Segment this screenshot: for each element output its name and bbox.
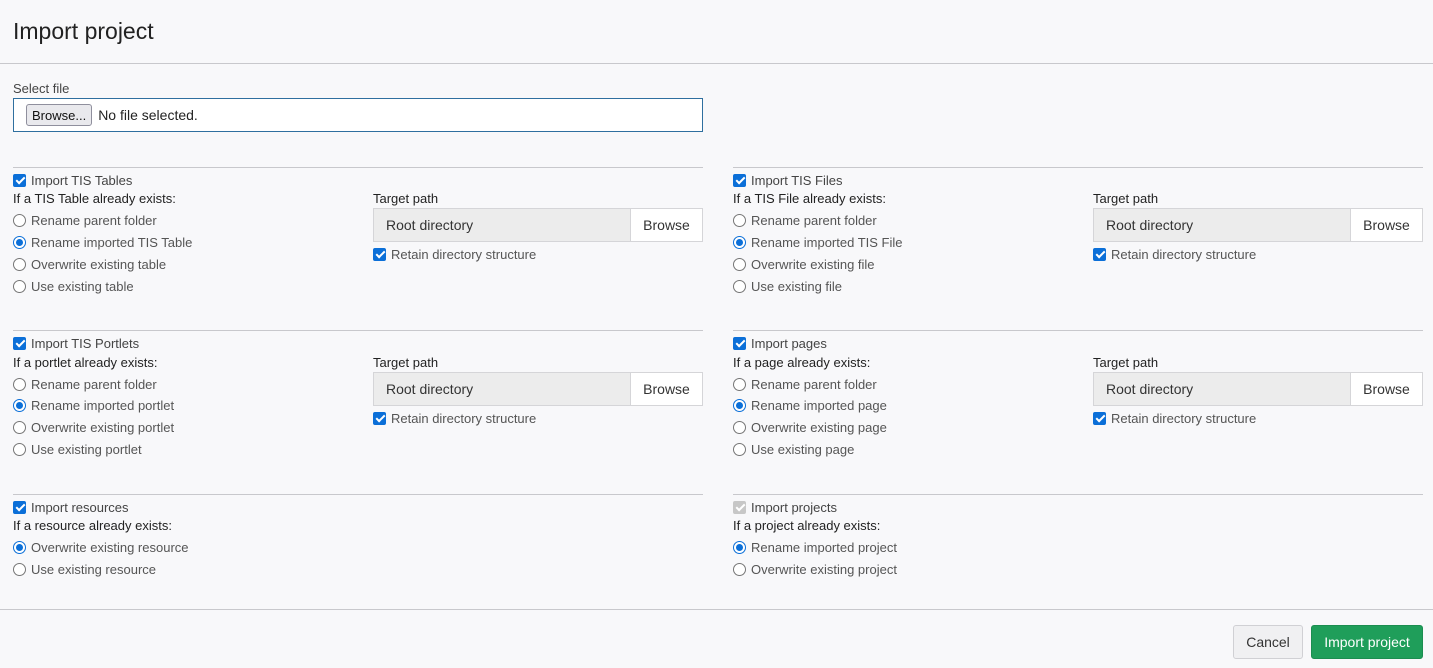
import-tables-toggle[interactable]: Import TIS Tables: [13, 171, 132, 189]
tables-retain-structure[interactable]: Retain directory structure: [373, 245, 536, 263]
import-pages-checkbox[interactable]: [733, 336, 746, 350]
radio[interactable]: [733, 442, 746, 456]
portlets-retain-structure[interactable]: Retain directory structure: [373, 409, 536, 427]
radio[interactable]: [733, 377, 746, 391]
radio[interactable]: [13, 213, 26, 227]
section-divider-tables: [13, 167, 703, 168]
import-resources-toggle[interactable]: Import resources: [13, 498, 129, 516]
pages-retain-structure[interactable]: Retain directory structure: [1093, 409, 1256, 427]
radio[interactable]: [733, 279, 746, 293]
files-option-overwrite[interactable]: Overwrite existing file: [733, 255, 875, 273]
portlets-option-rename-parent[interactable]: Rename parent folder: [13, 375, 157, 393]
pages-option-rename-parent[interactable]: Rename parent folder: [733, 375, 877, 393]
section-divider-resources: [13, 494, 703, 495]
footer-divider: [0, 609, 1433, 610]
tables-target-browse-button[interactable]: Browse: [630, 209, 702, 241]
files-option-rename-imported[interactable]: Rename imported TIS File: [733, 233, 903, 251]
tables-option-rename-parent[interactable]: Rename parent folder: [13, 211, 157, 229]
tables-option-rename-imported[interactable]: Rename imported TIS Table: [13, 233, 192, 251]
portlets-target-path: Root directory Browse: [373, 372, 703, 406]
pages-option-rename-imported[interactable]: Rename imported page: [733, 396, 887, 414]
files-target-browse-button[interactable]: Browse: [1350, 209, 1422, 241]
files-target-path: Root directory Browse: [1093, 208, 1423, 242]
resources-conflict-prompt: If a resource already exists:: [13, 518, 172, 533]
portlets-conflict-prompt: If a portlet already exists:: [13, 355, 158, 370]
pages-target-value: Root directory: [1106, 381, 1194, 397]
radio[interactable]: [733, 540, 746, 554]
files-retain-structure[interactable]: Retain directory structure: [1093, 245, 1256, 263]
import-projects-toggle: Import projects: [733, 498, 837, 516]
pages-retain-checkbox[interactable]: [1093, 411, 1106, 425]
section-divider-files: [733, 167, 1423, 168]
radio[interactable]: [733, 213, 746, 227]
resources-option-use-existing[interactable]: Use existing resource: [13, 560, 156, 578]
file-status: No file selected.: [98, 107, 198, 123]
import-files-checkbox[interactable]: [733, 173, 746, 187]
page-title: Import project: [13, 18, 154, 44]
tables-target-path: Root directory Browse: [373, 208, 703, 242]
radio[interactable]: [733, 257, 746, 271]
section-divider-pages: [733, 330, 1423, 331]
tables-option-use-existing[interactable]: Use existing table: [13, 277, 134, 295]
import-tables-checkbox[interactable]: [13, 173, 26, 187]
radio[interactable]: [13, 257, 26, 271]
radio[interactable]: [13, 562, 26, 576]
pages-target-path: Root directory Browse: [1093, 372, 1423, 406]
pages-target-browse-button[interactable]: Browse: [1350, 373, 1422, 405]
projects-option-overwrite[interactable]: Overwrite existing project: [733, 560, 897, 578]
file-browse-button[interactable]: Browse...: [26, 104, 93, 126]
pages-option-overwrite[interactable]: Overwrite existing page: [733, 418, 887, 436]
tables-target-value: Root directory: [386, 217, 474, 233]
files-option-rename-parent[interactable]: Rename parent folder: [733, 211, 877, 229]
portlets-target-label: Target path: [373, 355, 439, 370]
radio[interactable]: [733, 398, 746, 412]
radio[interactable]: [733, 562, 746, 576]
cancel-button[interactable]: Cancel: [1233, 625, 1303, 659]
portlets-option-use-existing[interactable]: Use existing portlet: [13, 440, 142, 458]
import-project-button[interactable]: Import project: [1311, 625, 1423, 659]
tables-conflict-prompt: If a TIS Table already exists:: [13, 191, 176, 206]
section-divider-projects: [733, 494, 1423, 495]
header: Import project: [0, 0, 1433, 64]
portlets-target-browse-button[interactable]: Browse: [630, 373, 702, 405]
resources-option-overwrite[interactable]: Overwrite existing resource: [13, 538, 189, 556]
radio[interactable]: [733, 235, 746, 249]
import-portlets-checkbox[interactable]: [13, 336, 26, 350]
files-conflict-prompt: If a TIS File already exists:: [733, 191, 886, 206]
tables-retain-checkbox[interactable]: [373, 247, 386, 261]
radio[interactable]: [13, 398, 26, 412]
radio[interactable]: [13, 279, 26, 293]
files-target-label: Target path: [1093, 191, 1159, 206]
portlets-option-rename-imported[interactable]: Rename imported portlet: [13, 396, 174, 414]
pages-conflict-prompt: If a page already exists:: [733, 355, 871, 370]
projects-option-rename-imported[interactable]: Rename imported project: [733, 538, 897, 556]
tables-target-label: Target path: [373, 191, 439, 206]
portlets-target-value: Root directory: [386, 381, 474, 397]
radio[interactable]: [13, 235, 26, 249]
radio[interactable]: [733, 420, 746, 434]
radio[interactable]: [13, 442, 26, 456]
section-divider-portlets: [13, 330, 703, 331]
tables-option-overwrite[interactable]: Overwrite existing table: [13, 255, 166, 273]
portlets-option-overwrite[interactable]: Overwrite existing portlet: [13, 418, 174, 436]
import-projects-checkbox: [733, 500, 746, 514]
radio[interactable]: [13, 377, 26, 391]
import-files-toggle[interactable]: Import TIS Files: [733, 171, 843, 189]
radio[interactable]: [13, 540, 26, 554]
import-portlets-toggle[interactable]: Import TIS Portlets: [13, 334, 139, 352]
files-option-use-existing[interactable]: Use existing file: [733, 277, 842, 295]
import-resources-checkbox[interactable]: [13, 500, 26, 514]
pages-option-use-existing[interactable]: Use existing page: [733, 440, 854, 458]
file-input[interactable]: Browse... No file selected.: [13, 98, 703, 132]
radio[interactable]: [13, 420, 26, 434]
pages-target-label: Target path: [1093, 355, 1159, 370]
import-pages-toggle[interactable]: Import pages: [733, 334, 827, 352]
files-target-value: Root directory: [1106, 217, 1194, 233]
select-file-label: Select file: [13, 81, 70, 96]
portlets-retain-checkbox[interactable]: [373, 411, 386, 425]
files-retain-checkbox[interactable]: [1093, 247, 1106, 261]
projects-conflict-prompt: If a project already exists:: [733, 518, 881, 533]
